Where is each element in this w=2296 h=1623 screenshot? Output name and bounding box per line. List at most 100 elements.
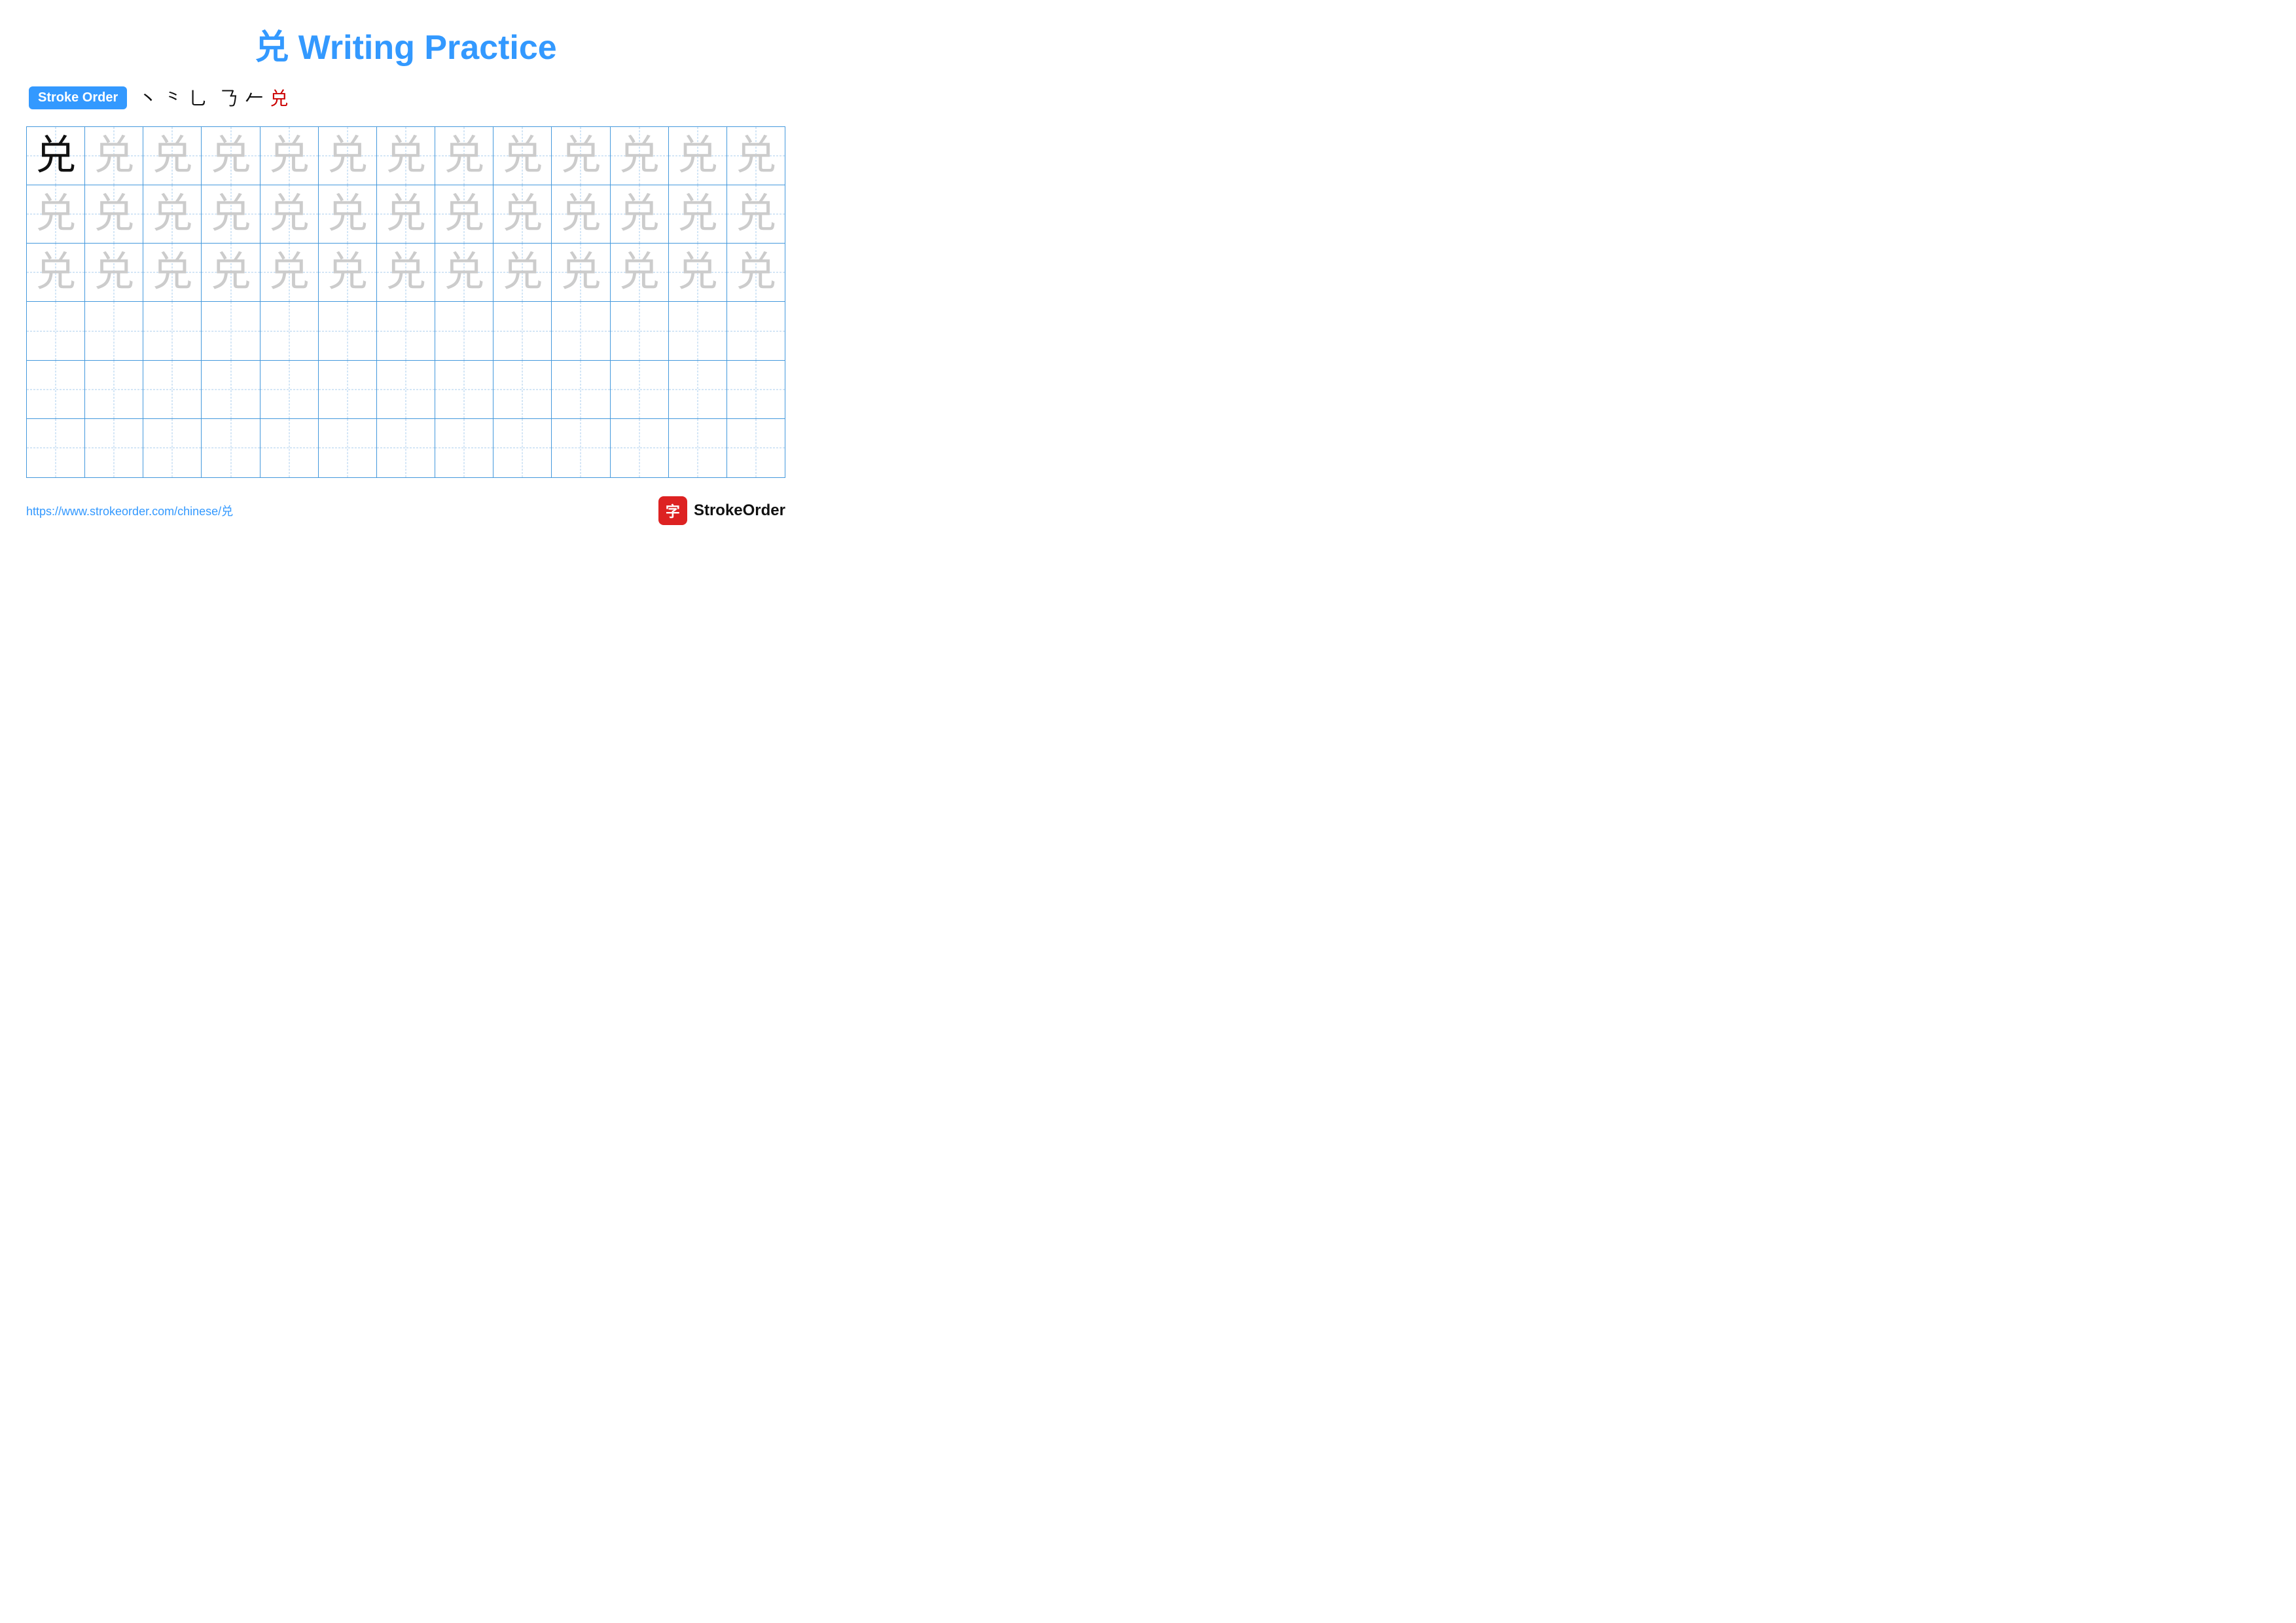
grid-cell[interactable] (143, 361, 202, 419)
grid-cell[interactable]: 兑 (435, 185, 493, 244)
grid-cell[interactable]: 兑 (85, 185, 143, 244)
grid-cell[interactable]: 兑 (669, 127, 727, 185)
grid-cell[interactable]: 兑 (727, 127, 785, 185)
grid-cell[interactable] (669, 361, 727, 419)
grid-cell[interactable]: 兑 (669, 244, 727, 302)
grid-cell[interactable] (435, 302, 493, 360)
grid-cell[interactable]: 兑 (260, 185, 319, 244)
cell-character: 兑 (269, 136, 310, 176)
grid-cell[interactable] (493, 419, 552, 477)
grid-cell[interactable]: 兑 (202, 244, 260, 302)
grid-cell[interactable] (27, 302, 85, 360)
cell-character: 兑 (152, 136, 192, 176)
grid-cell[interactable] (377, 302, 435, 360)
grid-cell[interactable]: 兑 (377, 185, 435, 244)
grid-cell[interactable] (552, 419, 610, 477)
stroke-2: ⺀ (164, 84, 182, 111)
grid-cell[interactable]: 兑 (493, 127, 552, 185)
grid-cell[interactable]: 兑 (27, 244, 85, 302)
grid-cell[interactable] (669, 302, 727, 360)
grid-cell[interactable]: 兑 (319, 185, 377, 244)
cell-character: 兑 (94, 194, 134, 234)
grid-cell[interactable] (202, 361, 260, 419)
cell-character: 兑 (94, 252, 134, 293)
grid-cell[interactable] (319, 302, 377, 360)
cell-character: 兑 (677, 136, 718, 176)
grid-cell[interactable] (611, 419, 669, 477)
grid-cell[interactable] (143, 419, 202, 477)
grid-cell[interactable] (27, 361, 85, 419)
grid-cell[interactable]: 兑 (202, 127, 260, 185)
grid-cell[interactable] (377, 361, 435, 419)
grid-cell[interactable] (611, 302, 669, 360)
grid-cell[interactable]: 兑 (611, 244, 669, 302)
grid-cell[interactable]: 兑 (143, 127, 202, 185)
grid-cell[interactable] (260, 302, 319, 360)
grid-cell[interactable]: 兑 (85, 244, 143, 302)
grid-cell[interactable]: 兑 (435, 127, 493, 185)
grid-cell[interactable]: 兑 (27, 127, 85, 185)
grid-cell[interactable] (669, 419, 727, 477)
grid-cell[interactable] (611, 361, 669, 419)
grid-cell[interactable] (260, 419, 319, 477)
grid-cell[interactable]: 兑 (260, 244, 319, 302)
grid-cell[interactable] (85, 302, 143, 360)
grid-cell[interactable] (202, 302, 260, 360)
grid-cell[interactable]: 兑 (727, 244, 785, 302)
grid-cell[interactable]: 兑 (143, 185, 202, 244)
grid-cell[interactable]: 兑 (319, 127, 377, 185)
grid-cell[interactable] (552, 302, 610, 360)
cell-character: 兑 (677, 252, 718, 293)
grid-cell[interactable] (552, 361, 610, 419)
grid-cell[interactable] (27, 419, 85, 477)
cell-character: 兑 (502, 252, 543, 293)
grid-cell[interactable]: 兑 (85, 127, 143, 185)
stroke-order-row: Stroke Order 丶 ⺀ ⺃ 𠁼 𠄎 𠂉 兑 (26, 84, 785, 111)
grid-cell[interactable] (85, 361, 143, 419)
grid-cell[interactable]: 兑 (377, 127, 435, 185)
grid-cell[interactable]: 兑 (202, 185, 260, 244)
cell-character: 兑 (211, 252, 251, 293)
grid-cell[interactable]: 兑 (493, 244, 552, 302)
grid-cell[interactable]: 兑 (377, 244, 435, 302)
grid-cell[interactable]: 兑 (143, 244, 202, 302)
grid-cell[interactable]: 兑 (611, 185, 669, 244)
logo-icon: 字 (658, 496, 687, 525)
grid-cell[interactable]: 兑 (260, 127, 319, 185)
grid-cell[interactable] (727, 302, 785, 360)
grid-cell[interactable] (202, 419, 260, 477)
grid-cell[interactable] (727, 419, 785, 477)
grid-cell[interactable] (493, 302, 552, 360)
grid-cell[interactable] (319, 361, 377, 419)
grid-cell[interactable] (319, 419, 377, 477)
grid-cell[interactable]: 兑 (669, 185, 727, 244)
grid-cell[interactable] (260, 361, 319, 419)
page-title: 兑 Writing Practice (26, 20, 785, 69)
grid-cell[interactable] (85, 419, 143, 477)
grid-cell[interactable] (727, 361, 785, 419)
stroke-final: 兑 (270, 84, 288, 111)
grid-cell[interactable]: 兑 (493, 185, 552, 244)
cell-character: 兑 (560, 194, 601, 234)
grid-cell[interactable]: 兑 (727, 185, 785, 244)
grid-cell[interactable] (377, 419, 435, 477)
grid-cell[interactable]: 兑 (552, 127, 610, 185)
cell-character: 兑 (35, 252, 76, 293)
grid-cell[interactable]: 兑 (611, 127, 669, 185)
grid-cell[interactable] (435, 361, 493, 419)
logo-text: StrokeOrder (694, 501, 785, 520)
grid-cell[interactable] (435, 419, 493, 477)
grid-cell[interactable] (143, 302, 202, 360)
grid-cell[interactable]: 兑 (435, 244, 493, 302)
grid-cell[interactable]: 兑 (319, 244, 377, 302)
grid-cell[interactable]: 兑 (552, 244, 610, 302)
cell-character: 兑 (152, 194, 192, 234)
cell-character: 兑 (444, 252, 484, 293)
cell-character: 兑 (327, 194, 368, 234)
grid-cell[interactable] (493, 361, 552, 419)
grid-cell[interactable]: 兑 (552, 185, 610, 244)
cell-character: 兑 (619, 194, 660, 234)
grid-cell[interactable]: 兑 (27, 185, 85, 244)
stroke-sequence: 丶 ⺀ ⺃ 𠁼 𠄎 𠂉 兑 (139, 84, 288, 111)
stroke-1: 丶 (139, 84, 157, 111)
